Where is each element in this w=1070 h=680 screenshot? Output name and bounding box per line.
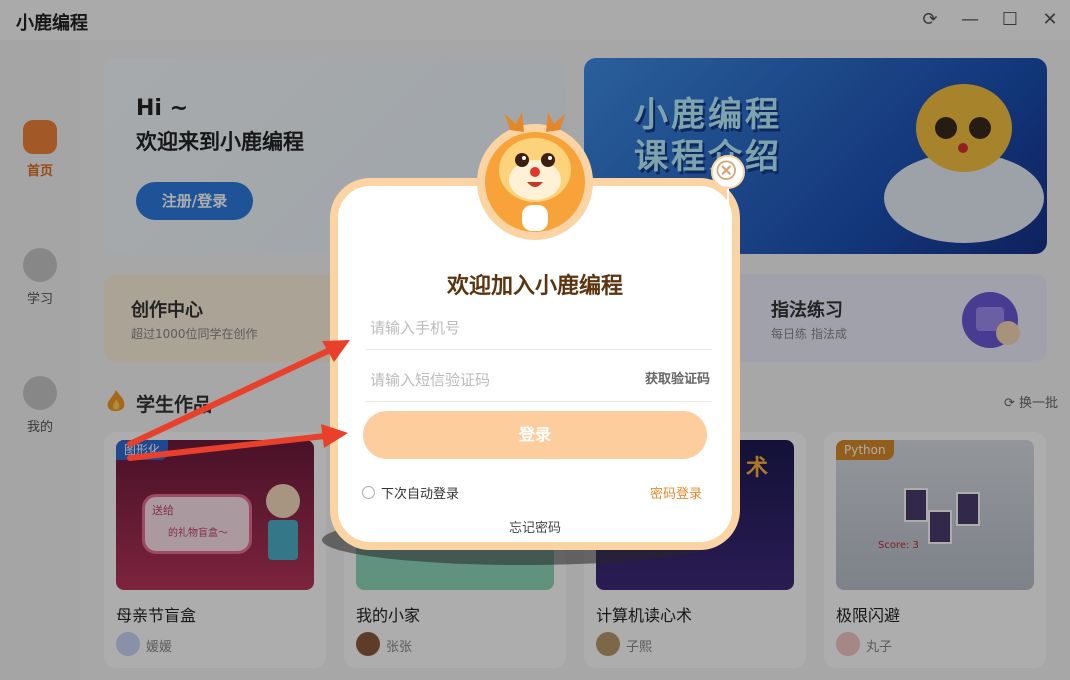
login-button[interactable]: 登录 [363, 411, 707, 459]
sms-code-input[interactable]: 请输入短信验证码 获取验证码 [366, 358, 712, 402]
modal-title: 欢迎加入小鹿编程 [446, 274, 623, 299]
radio-icon [362, 486, 375, 499]
get-code-button[interactable]: 获取验证码 [645, 358, 710, 402]
auto-login-checkbox[interactable]: 下次自动登录 [362, 483, 459, 502]
forgot-password-link[interactable]: 忘记密码 [338, 517, 732, 536]
password-login-link[interactable]: 密码登录 [650, 483, 702, 502]
phone-input[interactable]: 请输入手机号 [366, 306, 712, 350]
close-icon[interactable] [711, 155, 745, 189]
deer-mascot-icon [477, 112, 593, 240]
